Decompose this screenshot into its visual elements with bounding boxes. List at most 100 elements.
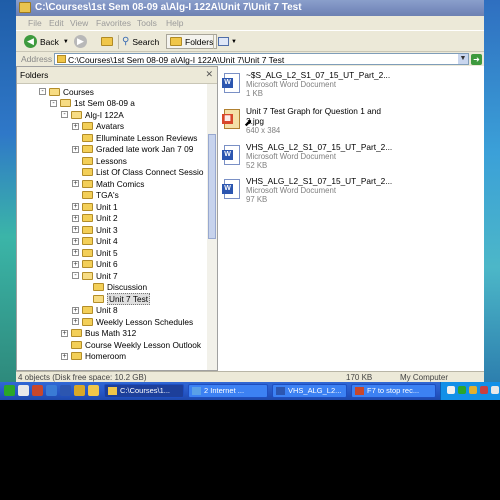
tree-item-label: Unit 7 [96, 270, 118, 281]
chevron-down-icon: ▼ [231, 38, 237, 45]
expand-icon[interactable]: + [61, 352, 68, 360]
tree-item[interactable]: + Unit 1 [72, 201, 118, 212]
tree-item[interactable]: TGA's [72, 190, 119, 201]
tree-item[interactable]: - Unit 7 [72, 270, 118, 281]
taskbar-item-recorder[interactable]: F7 to stop rec... [351, 384, 436, 398]
folder-icon [82, 260, 93, 268]
tray-icon[interactable] [480, 386, 488, 394]
taskbar-item-explorer[interactable]: C:\Courses\1... [104, 384, 184, 398]
folders-pane: Folders ✕ - Courses -1st Sem 08-09 a - Alg-I… [16, 66, 218, 371]
chevron-down-icon[interactable]: ▼ [458, 54, 468, 64]
tray-icon[interactable] [458, 386, 466, 394]
tree-item[interactable]: + Weekly Lesson Schedules [72, 316, 193, 327]
expand-icon[interactable]: + [72, 306, 79, 314]
tree-item[interactable]: + Unit 2 [72, 213, 118, 224]
up-folder-button[interactable] [101, 34, 116, 49]
tree-item[interactable]: + Unit 6 [72, 259, 118, 270]
quick-launch-icon[interactable] [74, 385, 85, 396]
tree-item[interactable]: - Courses [39, 86, 94, 97]
tree-item[interactable]: + Bus Math 312 [61, 328, 136, 339]
tree-item-label: Unit 5 [96, 247, 118, 258]
collapse-icon[interactable]: - [61, 111, 68, 118]
tree-item[interactable]: + Math Comics [72, 178, 144, 189]
tree-item-label: Course Weekly Lesson Outlook [85, 339, 202, 350]
collapse-icon[interactable]: - [39, 88, 46, 95]
expand-icon[interactable]: + [72, 145, 79, 153]
folder-icon [82, 168, 93, 176]
scrollbar-thumb[interactable] [208, 134, 216, 239]
expand-icon[interactable]: + [61, 329, 68, 337]
desktop-background-left [0, 0, 16, 382]
search-button[interactable]: ⚲ Search [122, 34, 159, 49]
tray-icon[interactable] [447, 386, 455, 394]
tree-item[interactable]: + Unit 8 [72, 305, 118, 316]
expand-icon[interactable]: + [72, 226, 79, 233]
tree-item[interactable]: + Homeroom [61, 351, 126, 362]
expand-icon[interactable]: + [72, 122, 79, 130]
expand-icon[interactable]: + [72, 249, 79, 256]
quick-launch-icon[interactable] [18, 385, 29, 396]
tree-item[interactable]: Discussion [83, 282, 147, 293]
expand-icon[interactable]: + [72, 260, 79, 268]
tree-item[interactable]: Lessons [72, 155, 127, 166]
quick-launch-icon[interactable] [4, 385, 15, 396]
tree-item[interactable]: + Avatars [72, 121, 124, 132]
folder-icon [82, 191, 93, 199]
menu-help[interactable]: Help [166, 18, 183, 28]
folder-icon [82, 202, 93, 211]
file-item[interactable]: ▦ Unit 7 Test Graph for Question 1 and 2… [222, 106, 474, 138]
expand-icon[interactable]: + [72, 203, 79, 210]
tree-item[interactable]: Elluminate Lesson Reviews [72, 132, 197, 143]
folder-icon [71, 329, 82, 337]
go-button[interactable]: ➜ [471, 54, 482, 65]
expand-icon[interactable]: + [72, 318, 79, 325]
address-input[interactable]: C:\Courses\1st Sem 08-09 a\Alg-I 122A\Un… [54, 53, 469, 65]
word-icon[interactable] [60, 385, 71, 396]
expand-icon[interactable]: + [72, 214, 79, 222]
tree-item[interactable]: Unit 7 Test [83, 292, 151, 305]
forward-button[interactable]: ▶ [74, 34, 87, 49]
tray-icon[interactable] [469, 386, 477, 394]
folders-button[interactable]: Folders [166, 34, 218, 49]
back-button[interactable]: ◀ Back ▼ [24, 34, 69, 49]
menu-tools[interactable]: Tools [137, 18, 157, 28]
file-name: Unit 7 Test Graph for Question 1 and [246, 106, 381, 116]
tree-item[interactable]: List Of Class Connect Sessio [72, 167, 203, 178]
taskbar-item-word[interactable]: VHS_ALG_L2... [272, 384, 347, 398]
tree-item[interactable]: - Alg-I 122A [61, 109, 124, 120]
tree-item[interactable]: + Unit 4 [72, 236, 118, 247]
collapse-icon[interactable]: - [72, 272, 79, 279]
expand-icon[interactable]: + [72, 237, 79, 245]
file-item[interactable]: W ~$S_ALG_L2_S1_07_15_UT_Part_2... Micro… [222, 70, 474, 102]
tree-item[interactable]: - 1st Sem 08-09 a [50, 98, 135, 109]
file-item[interactable]: W VHS_ALG_L2_S1_07_15_UT_Part_2... Micro… [222, 176, 474, 208]
tree-item[interactable]: Course Weekly Lesson Outlook [61, 339, 201, 350]
expand-icon[interactable]: + [72, 180, 79, 187]
tree-scrollbar[interactable] [207, 84, 217, 370]
menu-favorites[interactable]: Favorites [96, 18, 131, 28]
tree-item[interactable]: + Unit 3 [72, 224, 118, 235]
title-bar[interactable]: C:\Courses\1st Sem 08-09 a\Alg-I 122A\Un… [16, 0, 484, 16]
quick-launch-icon[interactable] [88, 385, 99, 396]
folder-icon [82, 248, 93, 257]
menu-file[interactable]: File [28, 18, 42, 28]
taskbar-item-label: F7 to stop rec... [367, 386, 420, 395]
chevron-down-icon: ▼ [62, 38, 69, 45]
tray-icon[interactable] [491, 386, 499, 394]
views-button[interactable]: ▼ [218, 34, 237, 49]
close-icon[interactable]: ✕ [205, 69, 213, 80]
quick-launch-icon[interactable] [46, 385, 57, 396]
tree-item-label: Weekly Lesson Schedules [96, 316, 194, 327]
taskbar: C:\Courses\1... 2 Internet ... VHS_ALG_L… [0, 382, 500, 400]
quick-launch-icon[interactable] [32, 385, 43, 396]
tree-item-label: TGA's [96, 190, 119, 200]
taskbar-item-internet[interactable]: 2 Internet ... [188, 384, 268, 398]
collapse-icon[interactable]: - [50, 99, 57, 107]
search-label: Search [132, 36, 160, 47]
tree-item[interactable]: + Graded late work Jan 7 09 [72, 144, 193, 155]
folder-tree: - Courses -1st Sem 08-09 a - Alg-I 122A + Avat… [17, 84, 207, 370]
tree-item[interactable]: + Unit 5 [72, 247, 118, 258]
menu-edit[interactable]: Edit [49, 18, 64, 28]
file-item[interactable]: W VHS_ALG_L2_S1_07_15_UT_Part_2... Micro… [222, 142, 474, 174]
menu-view[interactable]: View [70, 18, 88, 28]
